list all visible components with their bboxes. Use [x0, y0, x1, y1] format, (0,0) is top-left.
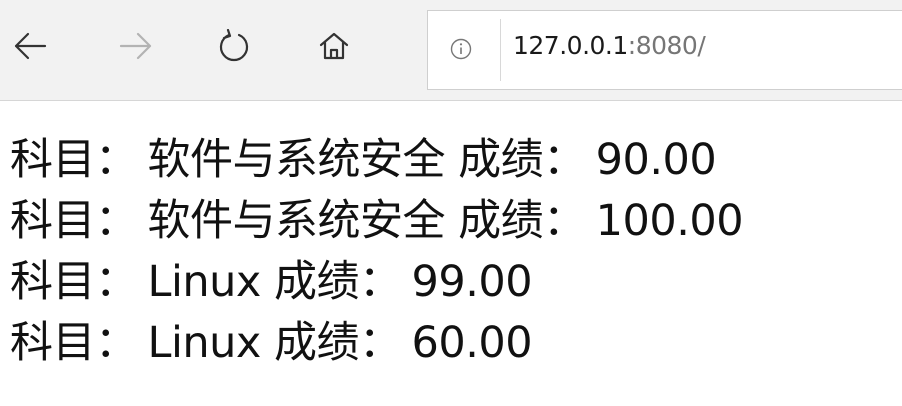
- subject-label: 科目：: [10, 135, 138, 185]
- url-port: :8080/: [627, 31, 706, 60]
- subject-name: 软件与系统安全: [147, 135, 446, 185]
- arrow-right-icon: [119, 32, 152, 60]
- url-field[interactable]: 127.0.0.1:8080/: [513, 31, 706, 60]
- home-button[interactable]: [310, 22, 358, 70]
- address-bar[interactable]: 127.0.0.1:8080/: [427, 10, 902, 90]
- subject-name: 软件与系统安全: [147, 196, 446, 246]
- subject-name: Linux: [147, 318, 262, 368]
- score-value: 99.00: [411, 257, 533, 307]
- subject-label: 科目：: [10, 318, 138, 368]
- score-label: 成绩：: [274, 318, 402, 368]
- grade-row: 科目： Linux 成绩： 60.00: [10, 313, 890, 374]
- score-label: 成绩：: [274, 257, 402, 307]
- reload-icon: [219, 29, 249, 62]
- subject-name: Linux: [147, 257, 262, 307]
- subject-label: 科目：: [10, 257, 138, 307]
- grade-row: 科目： 软件与系统安全 成绩： 90.00: [10, 130, 890, 191]
- url-host: 127.0.0.1: [513, 31, 628, 60]
- score-value: 100.00: [595, 196, 744, 246]
- forward-button[interactable]: [112, 22, 160, 70]
- grade-row: 科目： Linux 成绩： 99.00: [10, 252, 890, 313]
- info-icon[interactable]: [450, 38, 472, 60]
- arrow-left-icon: [14, 32, 47, 60]
- home-icon: [319, 32, 349, 60]
- reload-button[interactable]: [210, 22, 258, 70]
- browser-toolbar: 127.0.0.1:8080/: [0, 0, 902, 101]
- score-label: 成绩：: [458, 135, 586, 185]
- score-value: 60.00: [411, 318, 533, 368]
- subject-label: 科目：: [10, 196, 138, 246]
- address-divider: [500, 19, 501, 81]
- grade-row: 科目： 软件与系统安全 成绩： 100.00: [10, 191, 890, 252]
- page-content: 科目： 软件与系统安全 成绩： 90.00 科目： 软件与系统安全 成绩： 100.00…: [10, 130, 890, 374]
- score-value: 90.00: [595, 135, 717, 185]
- back-button[interactable]: [6, 22, 54, 70]
- score-label: 成绩：: [458, 196, 586, 246]
